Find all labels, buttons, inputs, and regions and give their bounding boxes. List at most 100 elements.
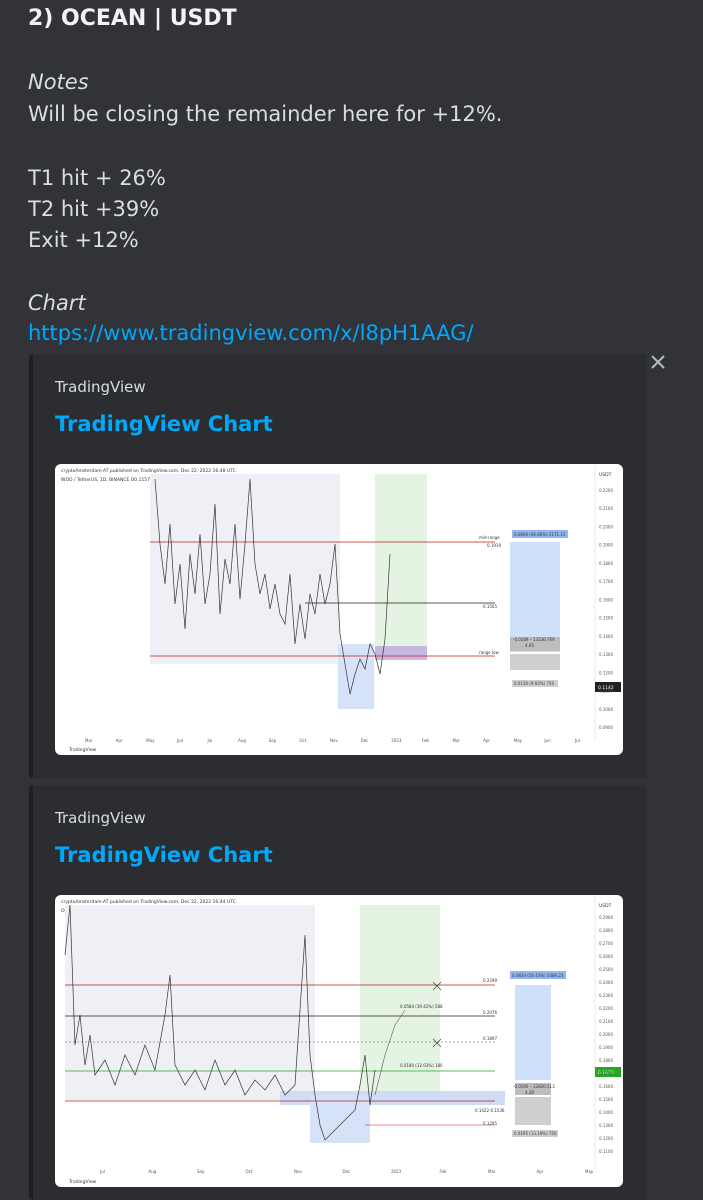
x-tick-label: Oct	[299, 738, 306, 743]
level-label: 0.1422-0.1536	[475, 1108, 505, 1113]
x-tick-label: Jun	[176, 738, 184, 743]
axis-unit: USDT	[599, 903, 612, 909]
x-tick-label: May	[514, 738, 523, 743]
level-label: 0.2299	[483, 978, 497, 983]
position-box: -0.0189 – 13230.769	[513, 637, 555, 642]
x-tick-label: May	[585, 1169, 594, 1174]
y-tick-label: 0.1300	[599, 1123, 613, 1128]
position-box: 4.28	[525, 1090, 534, 1095]
y-tick-label: 0.1100	[599, 689, 613, 694]
y-tick-label: 0.2700	[599, 941, 613, 946]
chart-image[interactable]: cryptoAmsterdam-AT published on TradingV…	[55, 895, 623, 1187]
level-label: 0.1919	[487, 543, 501, 548]
embed-card: TradingView TradingView Chart cryptoAmst…	[29, 785, 647, 1200]
y-tick-label: 0.1300	[599, 652, 613, 657]
x-tick-label: 2023	[391, 738, 402, 743]
y-tick-label: 0.2300	[599, 993, 613, 998]
chart-link[interactable]: https://www.tradingview.com/x/l8pH1AAG/	[28, 321, 474, 345]
embed-title[interactable]: TradingView Chart	[55, 412, 273, 436]
axis-unit: USDT	[599, 472, 612, 478]
chart-footer: TradingView	[68, 747, 97, 753]
position-box: -0.0195 – 12820.513	[513, 1084, 555, 1089]
position-box: 0.0130 (9.92%) 750	[514, 681, 554, 686]
x-tick-label: May	[146, 738, 155, 743]
x-tick-label: Jul	[574, 738, 580, 743]
position-box: 4.95	[525, 643, 534, 648]
level-label: 0.1565	[483, 604, 497, 609]
x-tick-label: Sep	[269, 738, 277, 743]
y-tick-label: 0.2900	[599, 915, 613, 920]
x-tick-label: Nov	[294, 1169, 302, 1174]
y-tick-label: 0.1200	[599, 670, 613, 675]
chart-image[interactable]: cryptoAmsterdam-AT published on TradingV…	[55, 464, 623, 755]
x-tick-label: Apr	[537, 1169, 544, 1174]
x-tick-label: 2023	[391, 1169, 402, 1174]
y-tick-label: 0.2200	[599, 1006, 613, 1011]
x-tick-label: Mar	[85, 738, 93, 743]
y-tick-label: 0.2000	[599, 1032, 613, 1037]
embed-provider[interactable]: TradingView	[55, 378, 146, 396]
y-tick-label: 0.1800	[599, 1058, 613, 1063]
position-box: 0.0584 (39.42%) 588	[400, 1004, 443, 1009]
embed-title[interactable]: TradingView Chart	[55, 843, 273, 867]
y-ticks: 0.2900 0.2800 0.2700 0.2600 0.2500 0.2400 0.23…	[599, 915, 613, 1154]
x-tick-label: Dec	[343, 1169, 351, 1174]
notes-text: Will be closing the remainder here for +…	[28, 102, 503, 126]
position-box: 0.0180 (12.03%) 180	[400, 1063, 443, 1068]
x-tick-label: Jul	[207, 738, 213, 743]
x-tick-label: Apr	[116, 738, 123, 743]
x-ticks: Mar Apr May Jun Jul Aug Sep Oct Nov Dec 2023 Feb Mar…	[85, 738, 580, 743]
y-tick-label: 0.1000	[599, 707, 613, 712]
y-tick-label: 0.1100	[599, 1149, 613, 1154]
y-tick-label: 0.1700	[599, 1071, 613, 1076]
y-tick-label: 0.1400	[599, 1110, 613, 1115]
notes-label: Notes	[28, 70, 89, 94]
message-title: 2) OCEAN | USDT	[28, 6, 237, 31]
position-box: 0.0609 (46.46%) 2171.15	[514, 532, 566, 537]
x-ticks: Jul Aug Sep Oct Nov Dec 2023 Feb Mar Apr May	[99, 1169, 594, 1174]
close-icon[interactable]	[648, 352, 668, 372]
chart-label: Chart	[28, 291, 86, 315]
level-label: 0.1295	[483, 1121, 497, 1126]
x-tick-label: Dec	[361, 738, 369, 743]
y-tick-label: 0.1700	[599, 579, 613, 584]
result-line: Exit +12%	[28, 228, 139, 252]
x-tick-label: Aug	[238, 738, 246, 743]
y-tick-label: 0.1600	[599, 597, 613, 602]
x-tick-label: Oct	[246, 1169, 253, 1174]
y-tick-label: 0.2400	[599, 980, 613, 985]
level-label: range low	[479, 650, 499, 655]
level-label: mid-range	[479, 535, 500, 540]
y-tick-label: 0.2800	[599, 928, 613, 933]
y-tick-label: 0.1600	[599, 1084, 613, 1089]
result-line: T2 hit +39%	[28, 197, 160, 221]
y-tick-label: 0.1200	[599, 1136, 613, 1141]
x-tick-label: Mar	[488, 1169, 496, 1174]
y-tick-label: 0.2000	[599, 524, 613, 529]
x-tick-label: Nov	[330, 738, 338, 743]
chart-svg: cryptoAmsterdam-AT published on TradingV…	[61, 464, 621, 753]
x-tick-label: Apr	[483, 738, 490, 743]
level-label: 0.2076	[483, 1010, 497, 1015]
y-tick-label: 0.1900	[599, 1045, 613, 1050]
y-tick-label: 0.0900	[599, 725, 613, 730]
position-box: 0.0834 (56.43%) 2089.23	[512, 973, 564, 978]
y-tick-label: 0.2100	[599, 506, 613, 511]
y-tick-label: 0.1500	[599, 616, 613, 621]
embed-provider[interactable]: TradingView	[55, 809, 146, 827]
position-box: 0.0195 (13.19%) 750	[514, 1131, 557, 1136]
y-tick-label: 0.1500	[599, 1097, 613, 1102]
chart-svg: cryptoAmsterdam-AT published on TradingV…	[61, 895, 621, 1185]
result-line: T1 hit + 26%	[28, 166, 166, 190]
x-tick-label: Feb	[422, 738, 430, 743]
y-tick-label: 0.2200	[599, 488, 613, 493]
embed-card: TradingView TradingView Chart cryptoAmst…	[29, 354, 647, 778]
x-tick-label: Jun	[543, 738, 551, 743]
y-tick-label: 0.1400	[599, 634, 613, 639]
level-label: 0.1897	[483, 1036, 497, 1041]
y-ticks: 0.2200 0.2100 0.2000 0.1900 0.1800 0.1700 0.16…	[599, 488, 613, 730]
y-tick-label: 0.2500	[599, 967, 613, 972]
y-tick-label: 0.2600	[599, 954, 613, 959]
chart-footer: TradingView	[68, 1179, 97, 1185]
x-tick-label: Mar	[453, 738, 461, 743]
